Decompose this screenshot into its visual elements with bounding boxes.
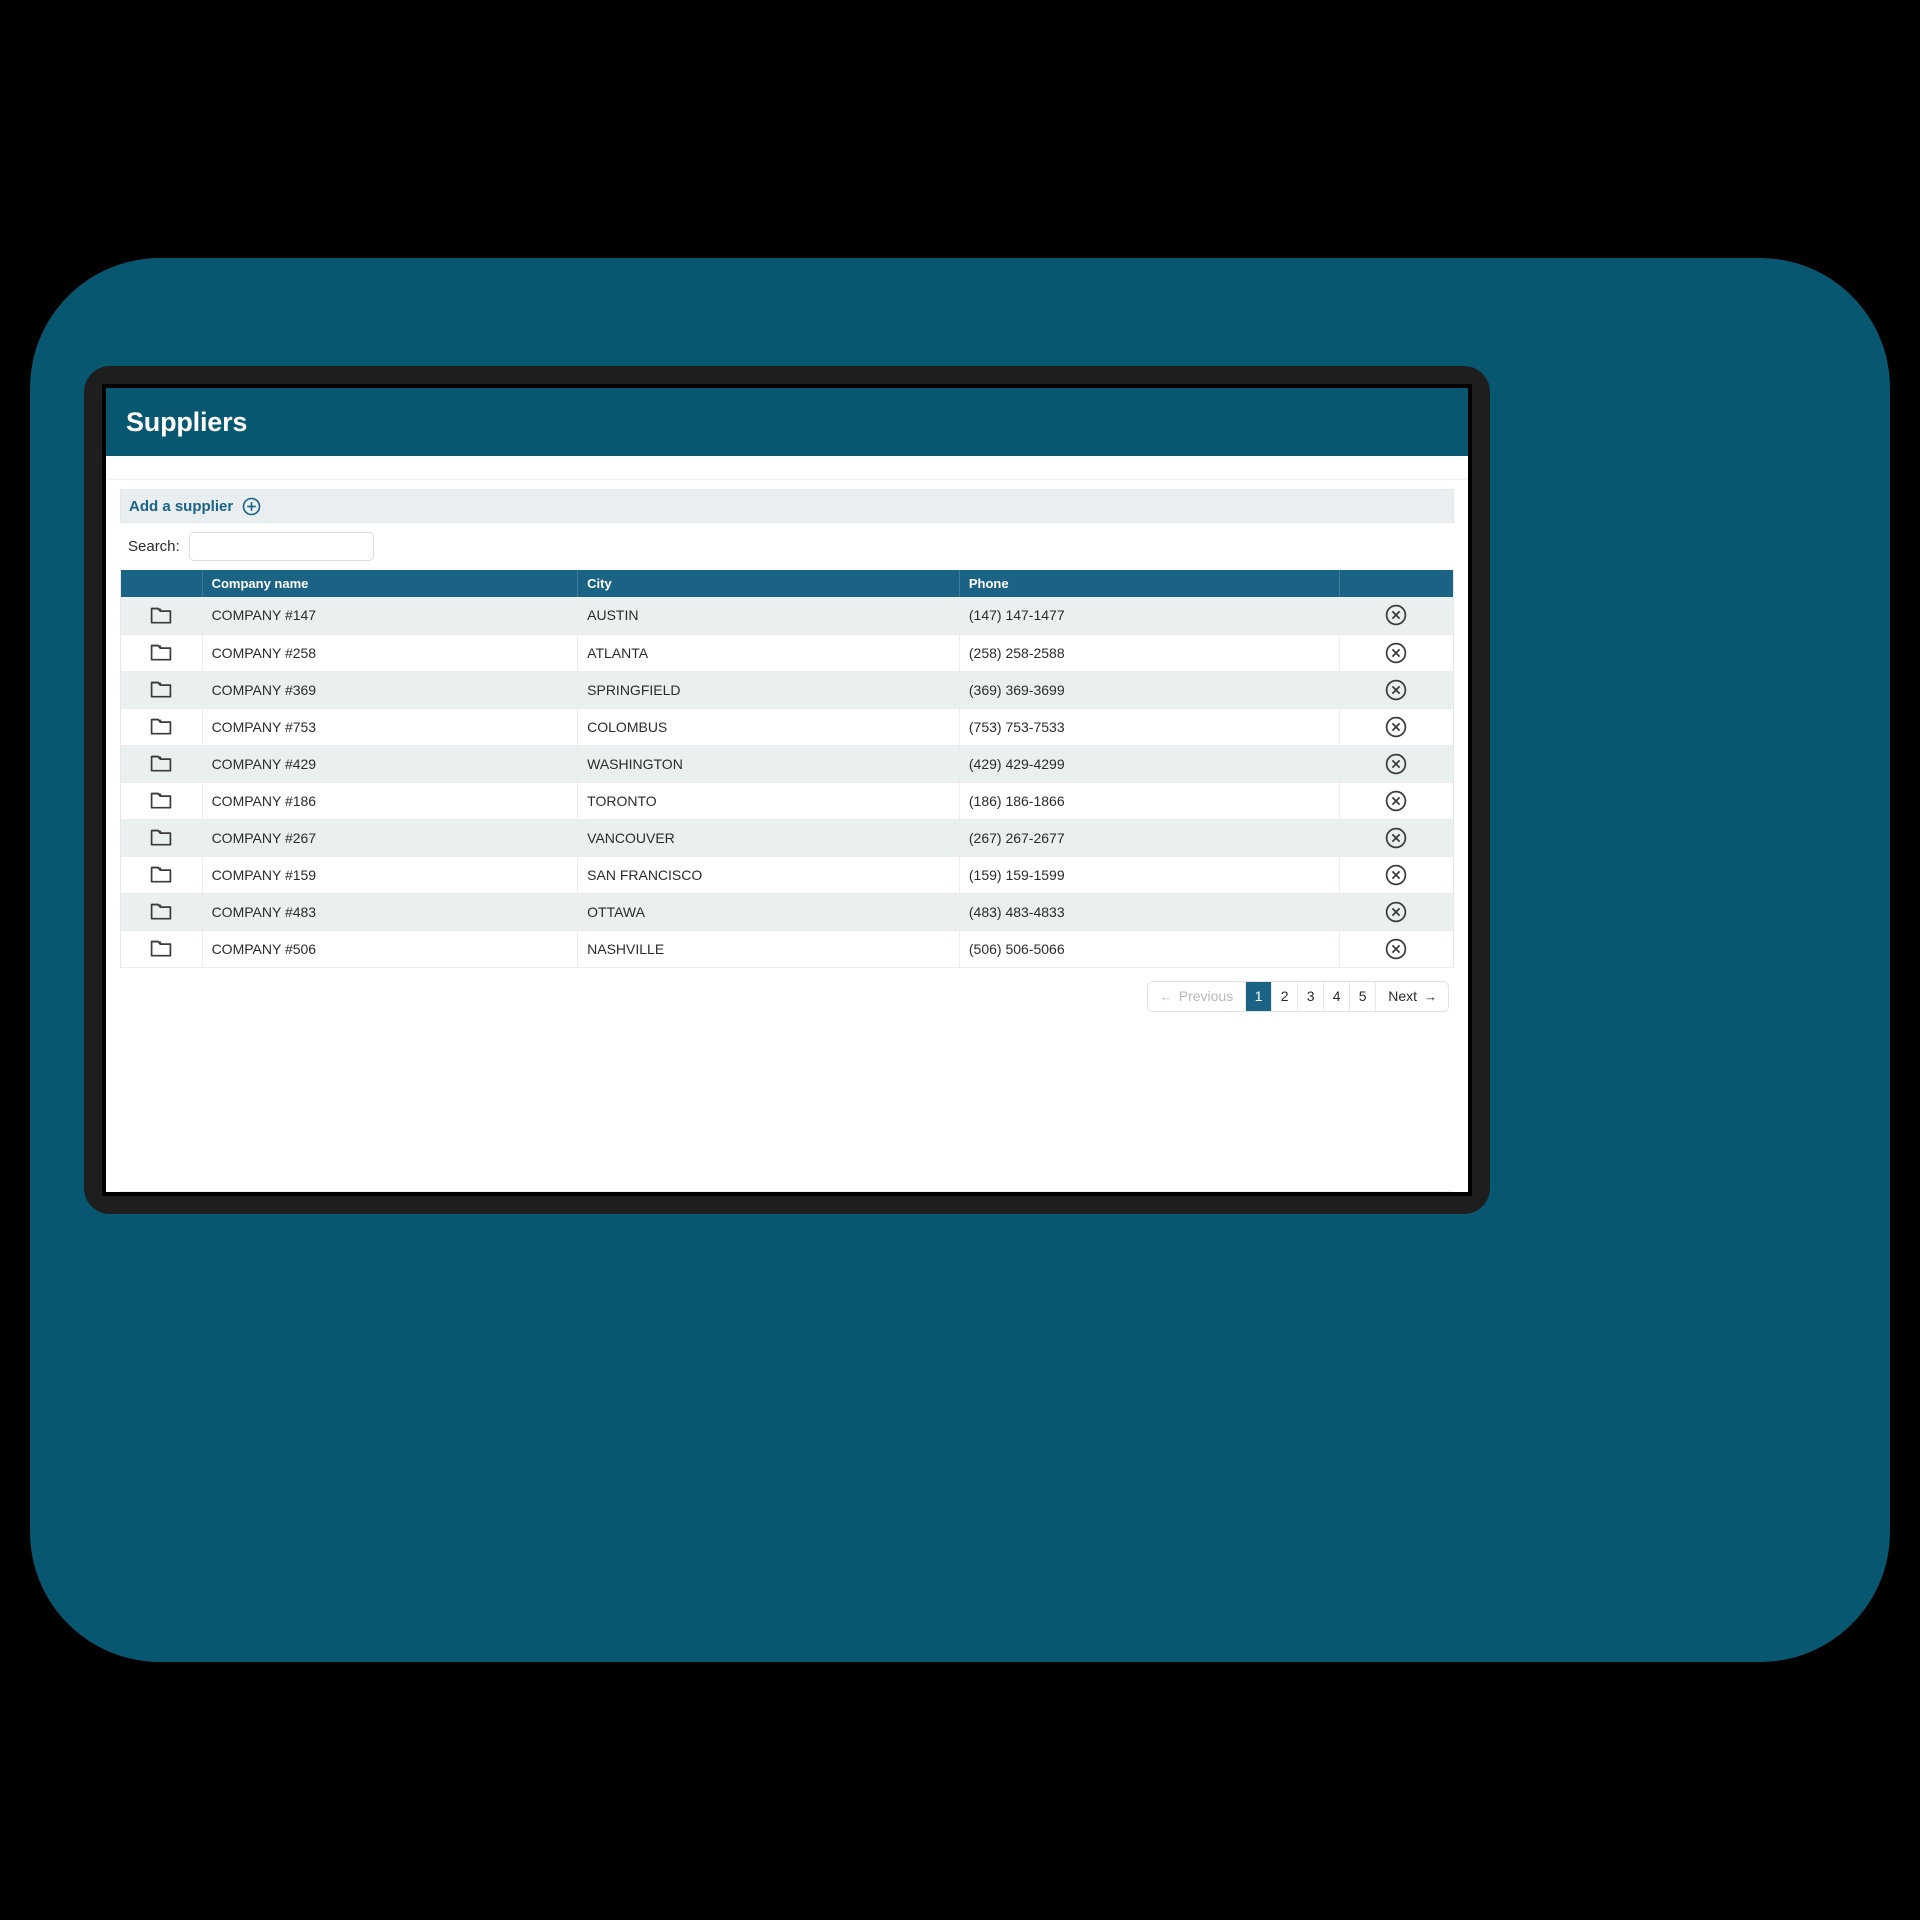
tablet-device-frame: Suppliers Add a supplier Search: Company… [84, 366, 1490, 1214]
header-divider [106, 456, 1468, 480]
table-row[interactable]: COMPANY #483 OTTAWA (483) 483-4833 [121, 893, 1453, 931]
circle-x-delete-icon[interactable] [1339, 819, 1453, 857]
table-row[interactable]: COMPANY #186 TORONTO (186) 186-1866 [121, 782, 1453, 820]
cell-name: COMPANY #753 [202, 708, 579, 746]
cell-phone: (483) 483-4833 [959, 893, 1340, 931]
circle-x-delete-icon[interactable] [1339, 634, 1453, 672]
circle-x-delete-icon[interactable] [1339, 782, 1453, 820]
arrow-left-icon: ← [1159, 988, 1173, 1004]
pagination-page-2[interactable]: 2 [1272, 981, 1299, 1011]
column-header-icon[interactable] [121, 570, 203, 597]
page-title: Suppliers [126, 406, 248, 437]
content-filler [120, 1011, 1454, 1192]
column-header-name[interactable]: Company name [202, 570, 579, 597]
cell-name: COMPANY #483 [202, 893, 579, 931]
circle-x-delete-icon[interactable] [1339, 745, 1453, 783]
pagination-page-1[interactable]: 1 [1246, 981, 1273, 1011]
circle-x-delete-icon[interactable] [1339, 671, 1453, 709]
cell-city: SPRINGFIELD [577, 671, 960, 709]
cell-phone: (267) 267-2677 [959, 819, 1340, 857]
cell-name: COMPANY #159 [202, 856, 579, 894]
table-row[interactable]: COMPANY #147 AUSTIN (147) 147-1477 [121, 597, 1453, 635]
table-row[interactable]: COMPANY #258 ATLANTA (258) 258-2588 [121, 634, 1453, 672]
table-row[interactable]: COMPANY #753 COLOMBUS (753) 753-7533 [121, 708, 1453, 746]
app-header: Suppliers [106, 388, 1468, 456]
cell-phone: (429) 429-4299 [959, 745, 1340, 783]
cell-name: COMPANY #267 [202, 819, 579, 857]
pagination: ← Previous 1 2 3 4 5 Next → [1146, 980, 1449, 1012]
cell-name: COMPANY #429 [202, 745, 579, 783]
table-row[interactable]: COMPANY #267 VANCOUVER (267) 267-2677 [121, 819, 1453, 857]
folder-icon[interactable] [121, 634, 203, 672]
cell-city: VANCOUVER [577, 819, 960, 857]
pagination-previous-label: Previous [1178, 988, 1234, 1004]
cell-phone: (186) 186-1866 [959, 782, 1340, 820]
circle-x-delete-icon[interactable] [1339, 708, 1453, 746]
search-row: Search: [120, 523, 1454, 570]
cell-city: ATLANTA [577, 634, 960, 672]
folder-icon[interactable] [121, 930, 203, 968]
table-row[interactable]: COMPANY #429 WASHINGTON (429) 429-4299 [121, 745, 1453, 783]
pagination-page-4[interactable]: 4 [1324, 981, 1351, 1011]
table-header-row: Company name City Phone [121, 570, 1453, 597]
tablet-bezel: Suppliers Add a supplier Search: Company… [102, 384, 1472, 1196]
plus-circle-icon [242, 497, 261, 516]
cell-phone: (369) 369-3699 [959, 671, 1340, 709]
table-header: Company name City Phone [121, 570, 1453, 597]
column-header-action[interactable] [1339, 570, 1453, 597]
folder-icon[interactable] [121, 893, 203, 931]
add-supplier-button[interactable]: Add a supplier [129, 497, 261, 516]
suppliers-table: Company name City Phone COMPANY #147 AUST… [121, 570, 1453, 968]
cell-city: WASHINGTON [577, 745, 960, 783]
cell-city: SAN FRANCISCO [577, 856, 960, 894]
circle-x-delete-icon[interactable] [1339, 893, 1453, 931]
cell-name: COMPANY #186 [202, 782, 579, 820]
pagination-page-5[interactable]: 5 [1350, 981, 1377, 1011]
cell-name: COMPANY #369 [202, 671, 579, 709]
arrow-right-icon: → [1424, 988, 1437, 1004]
cell-phone: (506) 506-5066 [959, 930, 1340, 968]
folder-icon[interactable] [121, 597, 203, 635]
circle-x-delete-icon[interactable] [1339, 597, 1453, 635]
cell-city: COLOMBUS [577, 708, 960, 746]
folder-icon[interactable] [121, 745, 203, 783]
suppliers-table-container: Company name City Phone COMPANY #147 AUST… [120, 570, 1454, 968]
add-supplier-bar: Add a supplier [120, 489, 1454, 523]
content-area: Add a supplier Search: Company name City… [106, 480, 1468, 1192]
app-screen: Suppliers Add a supplier Search: Company… [106, 388, 1468, 1192]
folder-icon[interactable] [121, 671, 203, 709]
column-header-phone[interactable]: Phone [959, 570, 1340, 597]
cell-city: NASHVILLE [577, 930, 960, 968]
table-row[interactable]: COMPANY #159 SAN FRANCISCO (159) 159-1599 [121, 856, 1453, 894]
pagination-next-label: Next [1388, 988, 1417, 1004]
cell-phone: (753) 753-7533 [959, 708, 1340, 746]
add-supplier-label: Add a supplier [129, 497, 234, 515]
cell-name: COMPANY #258 [202, 634, 579, 672]
folder-icon[interactable] [121, 708, 203, 746]
pagination-page-3[interactable]: 3 [1298, 981, 1325, 1011]
pagination-next[interactable]: Next → [1376, 981, 1448, 1011]
folder-icon[interactable] [121, 819, 203, 857]
column-header-city[interactable]: City [577, 570, 960, 597]
table-body: COMPANY #147 AUSTIN (147) 147-1477 COMPANY … [121, 597, 1453, 968]
search-input[interactable] [188, 532, 374, 561]
pagination-previous[interactable]: ← Previous [1147, 981, 1247, 1011]
table-row[interactable]: COMPANY #506 NASHVILLE (506) 506-5066 [121, 930, 1453, 968]
circle-x-delete-icon[interactable] [1339, 856, 1453, 894]
search-label: Search: [128, 538, 180, 555]
cell-city: TORONTO [577, 782, 960, 820]
folder-icon[interactable] [121, 782, 203, 820]
cell-phone: (159) 159-1599 [959, 856, 1340, 894]
pagination-row: ← Previous 1 2 3 4 5 Next → [120, 967, 1454, 1012]
circle-x-delete-icon[interactable] [1339, 930, 1453, 968]
cell-phone: (147) 147-1477 [959, 597, 1340, 635]
table-row[interactable]: COMPANY #369 SPRINGFIELD (369) 369-3699 [121, 671, 1453, 709]
folder-icon[interactable] [121, 856, 203, 894]
cell-name: COMPANY #147 [202, 597, 579, 635]
cell-name: COMPANY #506 [202, 930, 579, 968]
cell-city: OTTAWA [577, 893, 960, 931]
cell-city: AUSTIN [577, 597, 960, 635]
cell-phone: (258) 258-2588 [959, 634, 1340, 672]
